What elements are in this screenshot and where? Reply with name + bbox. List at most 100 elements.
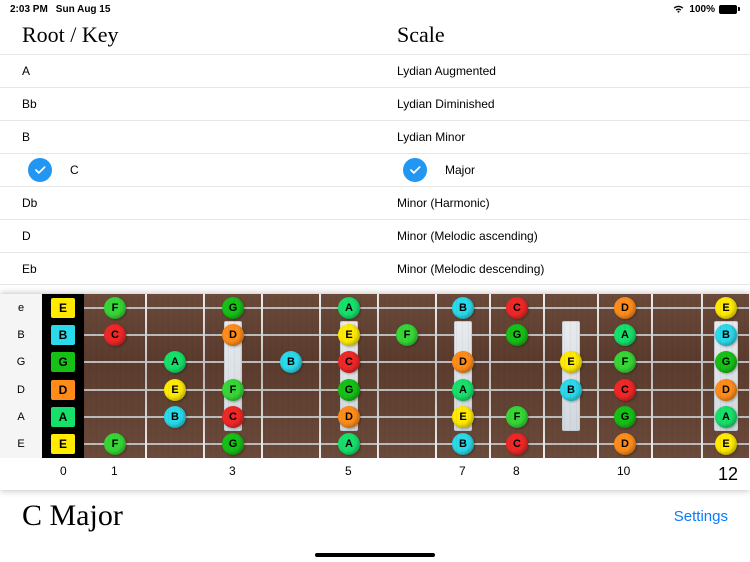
fret-note[interactable]: F xyxy=(222,379,244,401)
fret-note[interactable]: F xyxy=(506,406,528,428)
fret-note[interactable]: B xyxy=(560,379,582,401)
nut-cell: G xyxy=(42,349,84,376)
fret-note[interactable]: D xyxy=(614,297,636,319)
fret-line xyxy=(489,294,491,458)
fret-number: 8 xyxy=(513,464,520,478)
scale-label: Lydian Minor xyxy=(397,130,465,144)
home-indicator[interactable] xyxy=(315,553,435,557)
fret-note[interactable]: E xyxy=(452,406,474,428)
fret-line xyxy=(543,294,545,458)
fret-note[interactable]: G xyxy=(222,297,244,319)
root-label: B xyxy=(22,130,30,144)
fret-note[interactable]: E xyxy=(715,433,737,455)
fret-note[interactable]: C xyxy=(506,433,528,455)
fret-note[interactable]: F xyxy=(104,433,126,455)
scale-label: Minor (Harmonic) xyxy=(397,196,490,210)
fretboard-area: eBGDAE EBGDAE FGABCDECDEFGABABCDEFGEFGAB… xyxy=(0,294,750,490)
open-string-label: G xyxy=(0,349,42,376)
open-string-label: e xyxy=(0,294,42,321)
fret-note[interactable]: B xyxy=(452,297,474,319)
status-bar: 2:03 PM Sun Aug 15 100% xyxy=(0,0,750,18)
fret-line xyxy=(203,294,205,458)
open-string-label: A xyxy=(0,403,42,430)
picker-columns: Root / Key ABbBCDbDEb Scale Lydian Augme… xyxy=(0,18,750,294)
scale-label: Major xyxy=(445,163,475,177)
fret-note[interactable]: D xyxy=(222,324,244,346)
fret-note[interactable]: B xyxy=(164,406,186,428)
inlay xyxy=(562,321,580,431)
fret-line xyxy=(261,294,263,458)
settings-button[interactable]: Settings xyxy=(674,508,728,525)
open-string-label: D xyxy=(0,376,42,403)
scale-label: Lydian Diminished xyxy=(397,97,495,111)
root-label: Db xyxy=(22,196,37,210)
fret-note[interactable]: A xyxy=(452,379,474,401)
fret-note[interactable]: G xyxy=(614,406,636,428)
scale-row[interactable]: Minor (Harmonic) xyxy=(375,186,750,219)
fret-note[interactable]: C xyxy=(222,406,244,428)
board[interactable]: FGABCDECDEFGABABCDEFGEFGABCDBCDEFGAFGABC… xyxy=(84,294,750,458)
scale-row[interactable]: Minor (Melodic descending) xyxy=(375,252,750,285)
root-row[interactable]: A xyxy=(0,54,375,87)
fret-number: 12 xyxy=(718,464,738,485)
fret-note[interactable]: A xyxy=(338,433,360,455)
nut-cell: E xyxy=(42,431,84,458)
fret-line xyxy=(319,294,321,458)
scale-label: Minor (Melodic ascending) xyxy=(397,229,538,243)
fret-number: 3 xyxy=(229,464,236,478)
fret-note[interactable]: C xyxy=(506,297,528,319)
root-label: Bb xyxy=(22,97,37,111)
fret-note[interactable]: F xyxy=(104,297,126,319)
fret-note[interactable]: E xyxy=(715,297,737,319)
fret-line xyxy=(435,294,437,458)
nut-note: A xyxy=(51,407,75,427)
nut-cell: D xyxy=(42,376,84,403)
fret-note[interactable]: D xyxy=(715,379,737,401)
fret-note[interactable]: E xyxy=(164,379,186,401)
fret-note[interactable]: G xyxy=(338,379,360,401)
root-row[interactable]: Db xyxy=(0,186,375,219)
fret-note[interactable]: G xyxy=(506,324,528,346)
root-row[interactable]: Bb xyxy=(0,87,375,120)
root-header: Root / Key xyxy=(0,18,375,54)
check-icon xyxy=(403,158,427,182)
fret-note[interactable]: E xyxy=(338,324,360,346)
fret-line xyxy=(145,294,147,458)
fret-note[interactable]: D xyxy=(338,406,360,428)
root-label: D xyxy=(22,229,31,243)
scale-row[interactable]: Major xyxy=(375,153,750,186)
scale-row[interactable]: Lydian Augmented xyxy=(375,54,750,87)
scale-row[interactable]: Minor (Melodic ascending) xyxy=(375,219,750,252)
root-row[interactable]: C xyxy=(0,153,375,186)
fret-note[interactable]: B xyxy=(715,324,737,346)
root-row[interactable]: Eb xyxy=(0,252,375,285)
fret-note[interactable]: C xyxy=(104,324,126,346)
fret-note[interactable]: B xyxy=(452,433,474,455)
fret-note[interactable]: G xyxy=(222,433,244,455)
fret-number: 7 xyxy=(459,464,466,478)
fret-note[interactable]: A xyxy=(715,406,737,428)
root-row[interactable]: B xyxy=(0,120,375,153)
root-row[interactable]: D xyxy=(0,219,375,252)
scale-row[interactable]: Lydian Diminished xyxy=(375,87,750,120)
fret-line xyxy=(377,294,379,458)
scale-row[interactable]: Lydian Minor xyxy=(375,120,750,153)
fret-note[interactable]: B xyxy=(280,351,302,373)
status-time: 2:03 PM xyxy=(10,4,48,15)
footer: C Major Settings xyxy=(0,490,750,542)
fret-note[interactable]: A xyxy=(338,297,360,319)
fret-numbers: 0135781012 xyxy=(0,458,750,490)
fret-note[interactable]: D xyxy=(614,433,636,455)
root-column: Root / Key A Bb BC Db D Eb xyxy=(0,18,375,294)
fret-line xyxy=(651,294,653,458)
nut-note: D xyxy=(51,380,75,400)
fret-note[interactable]: F xyxy=(396,324,418,346)
fret-note[interactable]: A xyxy=(164,351,186,373)
fret-number: 0 xyxy=(60,464,67,478)
fretboard[interactable]: eBGDAE EBGDAE FGABCDECDEFGABABCDEFGEFGAB… xyxy=(0,294,750,458)
fret-note[interactable]: A xyxy=(614,324,636,346)
fret-note[interactable]: F xyxy=(614,351,636,373)
fret-note[interactable]: C xyxy=(614,379,636,401)
scale-label: Minor (Melodic descending) xyxy=(397,262,544,276)
check-icon xyxy=(28,158,52,182)
